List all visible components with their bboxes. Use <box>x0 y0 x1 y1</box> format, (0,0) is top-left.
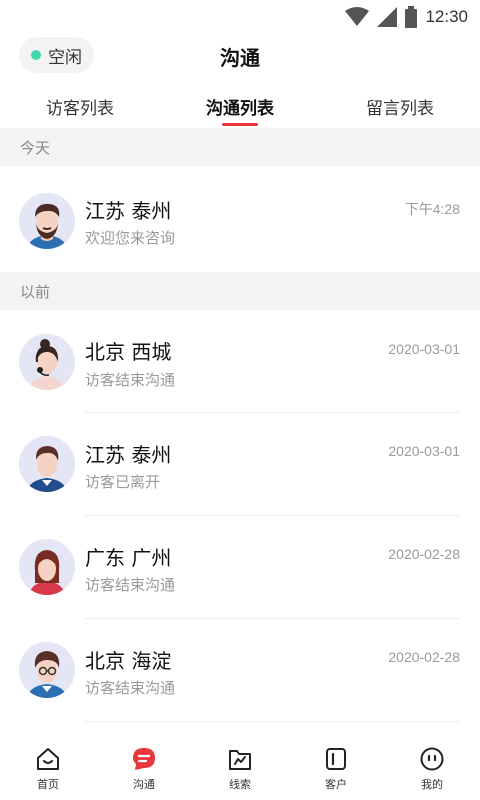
nav-item-profile[interactable]: 我的 <box>384 740 480 800</box>
conversation-name: 北京 海淀 <box>85 649 172 673</box>
section-header-earlier: 以前 <box>0 272 480 310</box>
section-label: 以前 <box>20 283 51 301</box>
status-bar: 12:30 <box>0 0 480 34</box>
tab-chat-list[interactable]: 沟通列表 <box>160 82 320 128</box>
woman-headset-avatar <box>19 334 75 390</box>
conversation-preview: 访客已离开 <box>85 473 161 491</box>
status-time: 12:30 <box>425 7 468 26</box>
nav-label: 客户 <box>325 778 347 791</box>
battery-icon <box>405 6 418 28</box>
tab-label: 留言列表 <box>366 99 434 119</box>
conversation-name: 江苏 泰州 <box>85 443 172 467</box>
tab-message-list[interactable]: 留言列表 <box>320 82 480 128</box>
wifi-icon <box>345 7 370 26</box>
conversation-preview: 访客结束沟通 <box>85 371 176 389</box>
chat-icon <box>133 748 155 770</box>
conversation-item[interactable]: 北京 西城 访客结束沟通 2020-03-01 <box>0 310 480 413</box>
conversation-preview: 欢迎您来咨询 <box>85 229 176 247</box>
nav-label: 首页 <box>37 778 59 791</box>
section-label: 今天 <box>20 139 51 157</box>
conversation-name: 北京 西城 <box>85 340 172 364</box>
nav-label: 我的 <box>421 778 443 791</box>
signal-icon <box>377 7 398 27</box>
conversation-time: 2020-03-01 <box>388 341 460 357</box>
active-tab-indicator <box>222 123 258 126</box>
conversation-item[interactable]: 北京 海淀 访客结束沟通 2020-02-28 <box>0 619 480 722</box>
tab-bar: 访客列表 沟通列表 留言列表 <box>0 82 480 128</box>
tab-label: 访客列表 <box>46 99 114 119</box>
nav-label: 线索 <box>229 778 251 791</box>
tab-visitor-list[interactable]: 访客列表 <box>0 82 160 128</box>
divider <box>85 721 460 722</box>
nav-label: 沟通 <box>133 778 155 791</box>
nav-item-customer[interactable]: 客户 <box>288 740 384 800</box>
conversation-name: 广东 广州 <box>85 546 172 570</box>
tab-label: 沟通列表 <box>206 99 274 119</box>
conversation-time: 2020-02-28 <box>388 649 460 665</box>
conversation-time: 2020-03-01 <box>388 443 460 459</box>
section-header-today: 今天 <box>0 128 480 166</box>
bottom-nav: 首页 沟通 线索 客户 我的 <box>0 740 480 800</box>
header: 空闲 沟通 <box>0 34 480 78</box>
conversation-preview: 访客结束沟通 <box>85 576 176 594</box>
conversation-time: 下午4:28 <box>404 201 460 217</box>
nav-item-leads[interactable]: 线索 <box>192 740 288 800</box>
conversation-name: 江苏 泰州 <box>85 199 172 223</box>
nav-item-chat[interactable]: 沟通 <box>96 740 192 800</box>
man-beard-avatar <box>19 193 75 249</box>
conversation-item[interactable]: 广东 广州 访客结束沟通 2020-02-28 <box>0 516 480 619</box>
home-icon <box>37 748 59 770</box>
woman-avatar <box>19 539 75 595</box>
conversation-item[interactable]: 江苏 泰州 欢迎您来咨询 下午4:28 <box>0 166 480 268</box>
customer-icon <box>326 748 346 770</box>
conversation-preview: 访客结束沟通 <box>85 679 176 697</box>
conversation-item[interactable]: 江苏 泰州 访客已离开 2020-03-01 <box>0 413 480 516</box>
man-avatar <box>19 436 75 492</box>
status-icons: 12:30 <box>345 6 468 28</box>
nav-item-home[interactable]: 首页 <box>0 740 96 800</box>
leads-icon <box>229 750 251 770</box>
profile-icon <box>420 747 444 771</box>
conversation-time: 2020-02-28 <box>388 546 460 562</box>
man-glasses-avatar <box>19 642 75 698</box>
page-title: 沟通 <box>220 46 260 70</box>
